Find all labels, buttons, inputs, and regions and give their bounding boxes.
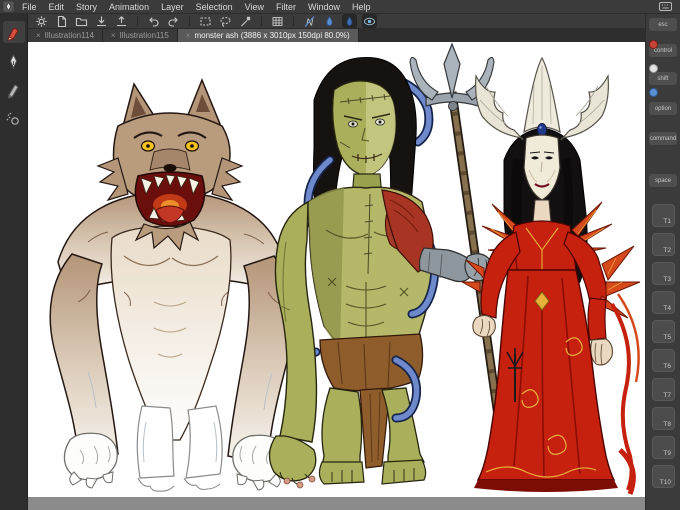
blend-droplet-icon[interactable] bbox=[342, 14, 357, 28]
tab-close-icon[interactable]: × bbox=[111, 31, 116, 40]
menubar: File Edit Story Animation Layer Selectio… bbox=[0, 0, 680, 14]
key-shift[interactable]: shift bbox=[649, 72, 677, 85]
red-color-indicator[interactable] bbox=[649, 40, 658, 49]
key-space[interactable]: space bbox=[649, 174, 677, 187]
pencil-tool-icon[interactable] bbox=[3, 79, 25, 101]
visibility-icon[interactable] bbox=[362, 14, 377, 28]
tab-label: Illustration114 bbox=[44, 31, 94, 40]
menu-file[interactable]: File bbox=[16, 0, 43, 14]
redo-icon[interactable] bbox=[166, 14, 181, 28]
undo-icon[interactable] bbox=[146, 14, 161, 28]
menu-help[interactable]: Help bbox=[346, 0, 377, 14]
water-droplet-icon[interactable] bbox=[322, 14, 337, 28]
gear-icon[interactable] bbox=[34, 14, 49, 28]
select-rect-icon[interactable] bbox=[198, 14, 213, 28]
pen-tool-icon[interactable] bbox=[3, 50, 25, 72]
menu-story[interactable]: Story bbox=[70, 0, 103, 14]
artwork-svg bbox=[49, 42, 641, 495]
toolbar-separator bbox=[293, 16, 294, 26]
tab-close-icon[interactable]: × bbox=[36, 31, 41, 40]
menu-view[interactable]: View bbox=[239, 0, 270, 14]
tool-strip bbox=[0, 14, 28, 510]
toolbar-separator bbox=[137, 16, 138, 26]
key-t3[interactable]: T3 bbox=[652, 262, 675, 285]
save-icon[interactable] bbox=[94, 14, 109, 28]
tab-close-icon[interactable]: × bbox=[186, 31, 191, 40]
key-t4[interactable]: T4 bbox=[652, 291, 675, 314]
key-esc[interactable]: esc bbox=[649, 18, 677, 31]
toolbar-separator bbox=[189, 16, 190, 26]
key-t9[interactable]: T9 bbox=[652, 436, 675, 459]
tab-label: Illustration115 bbox=[119, 31, 169, 40]
vampire-queen-figure bbox=[460, 56, 641, 495]
key-t6[interactable]: T6 bbox=[652, 349, 675, 372]
blue-color-indicator[interactable] bbox=[649, 88, 658, 97]
tab-illustration115[interactable]: × Illustration115 bbox=[102, 29, 178, 42]
edge-keyboard: esc control shift option command space T… bbox=[645, 14, 680, 510]
key-t2[interactable]: T2 bbox=[652, 233, 675, 256]
menu-filter[interactable]: Filter bbox=[270, 0, 302, 14]
menu-edit[interactable]: Edit bbox=[43, 0, 71, 14]
airbrush-tool-icon[interactable] bbox=[3, 108, 25, 130]
edge-keyboard-toggle-icon[interactable] bbox=[659, 2, 672, 11]
key-t1[interactable]: T1 bbox=[652, 204, 675, 227]
menu-selection[interactable]: Selection bbox=[190, 0, 239, 14]
magic-wand-icon[interactable] bbox=[238, 14, 253, 28]
toolbar: N bbox=[28, 14, 645, 29]
stitched-monster-figure bbox=[268, 56, 440, 489]
key-t10[interactable]: T10 bbox=[652, 465, 675, 488]
letter-n-icon[interactable]: N bbox=[302, 14, 317, 28]
marker-tool-icon[interactable] bbox=[2, 21, 25, 43]
export-icon[interactable] bbox=[114, 14, 129, 28]
svg-text:N: N bbox=[306, 17, 314, 28]
werewolf-figure bbox=[49, 78, 295, 492]
key-option[interactable]: option bbox=[649, 102, 677, 115]
lasso-icon[interactable] bbox=[218, 14, 233, 28]
tab-label: monster ash (3886 x 3010px 150dpi 80.0%) bbox=[194, 31, 350, 40]
document-tabbar: × Illustration114 × Illustration115 × mo… bbox=[28, 29, 645, 42]
menu-animation[interactable]: Animation bbox=[103, 0, 155, 14]
open-folder-icon[interactable] bbox=[74, 14, 89, 28]
menu-window[interactable]: Window bbox=[302, 0, 346, 14]
white-color-indicator[interactable] bbox=[649, 64, 658, 73]
canvas[interactable] bbox=[28, 42, 645, 497]
new-file-icon[interactable] bbox=[54, 14, 69, 28]
tab-monster-ash[interactable]: × monster ash (3886 x 3010px 150dpi 80.0… bbox=[177, 29, 359, 42]
app-logo-icon[interactable] bbox=[0, 0, 16, 14]
menu-layer[interactable]: Layer bbox=[155, 0, 190, 14]
key-t5[interactable]: T5 bbox=[652, 320, 675, 343]
tab-illustration114[interactable]: × Illustration114 bbox=[28, 29, 103, 42]
grid-icon[interactable] bbox=[270, 14, 285, 28]
key-t8[interactable]: T8 bbox=[652, 407, 675, 430]
toolbar-separator bbox=[261, 16, 262, 26]
key-command[interactable]: command bbox=[649, 132, 677, 145]
key-t7[interactable]: T7 bbox=[652, 378, 675, 401]
